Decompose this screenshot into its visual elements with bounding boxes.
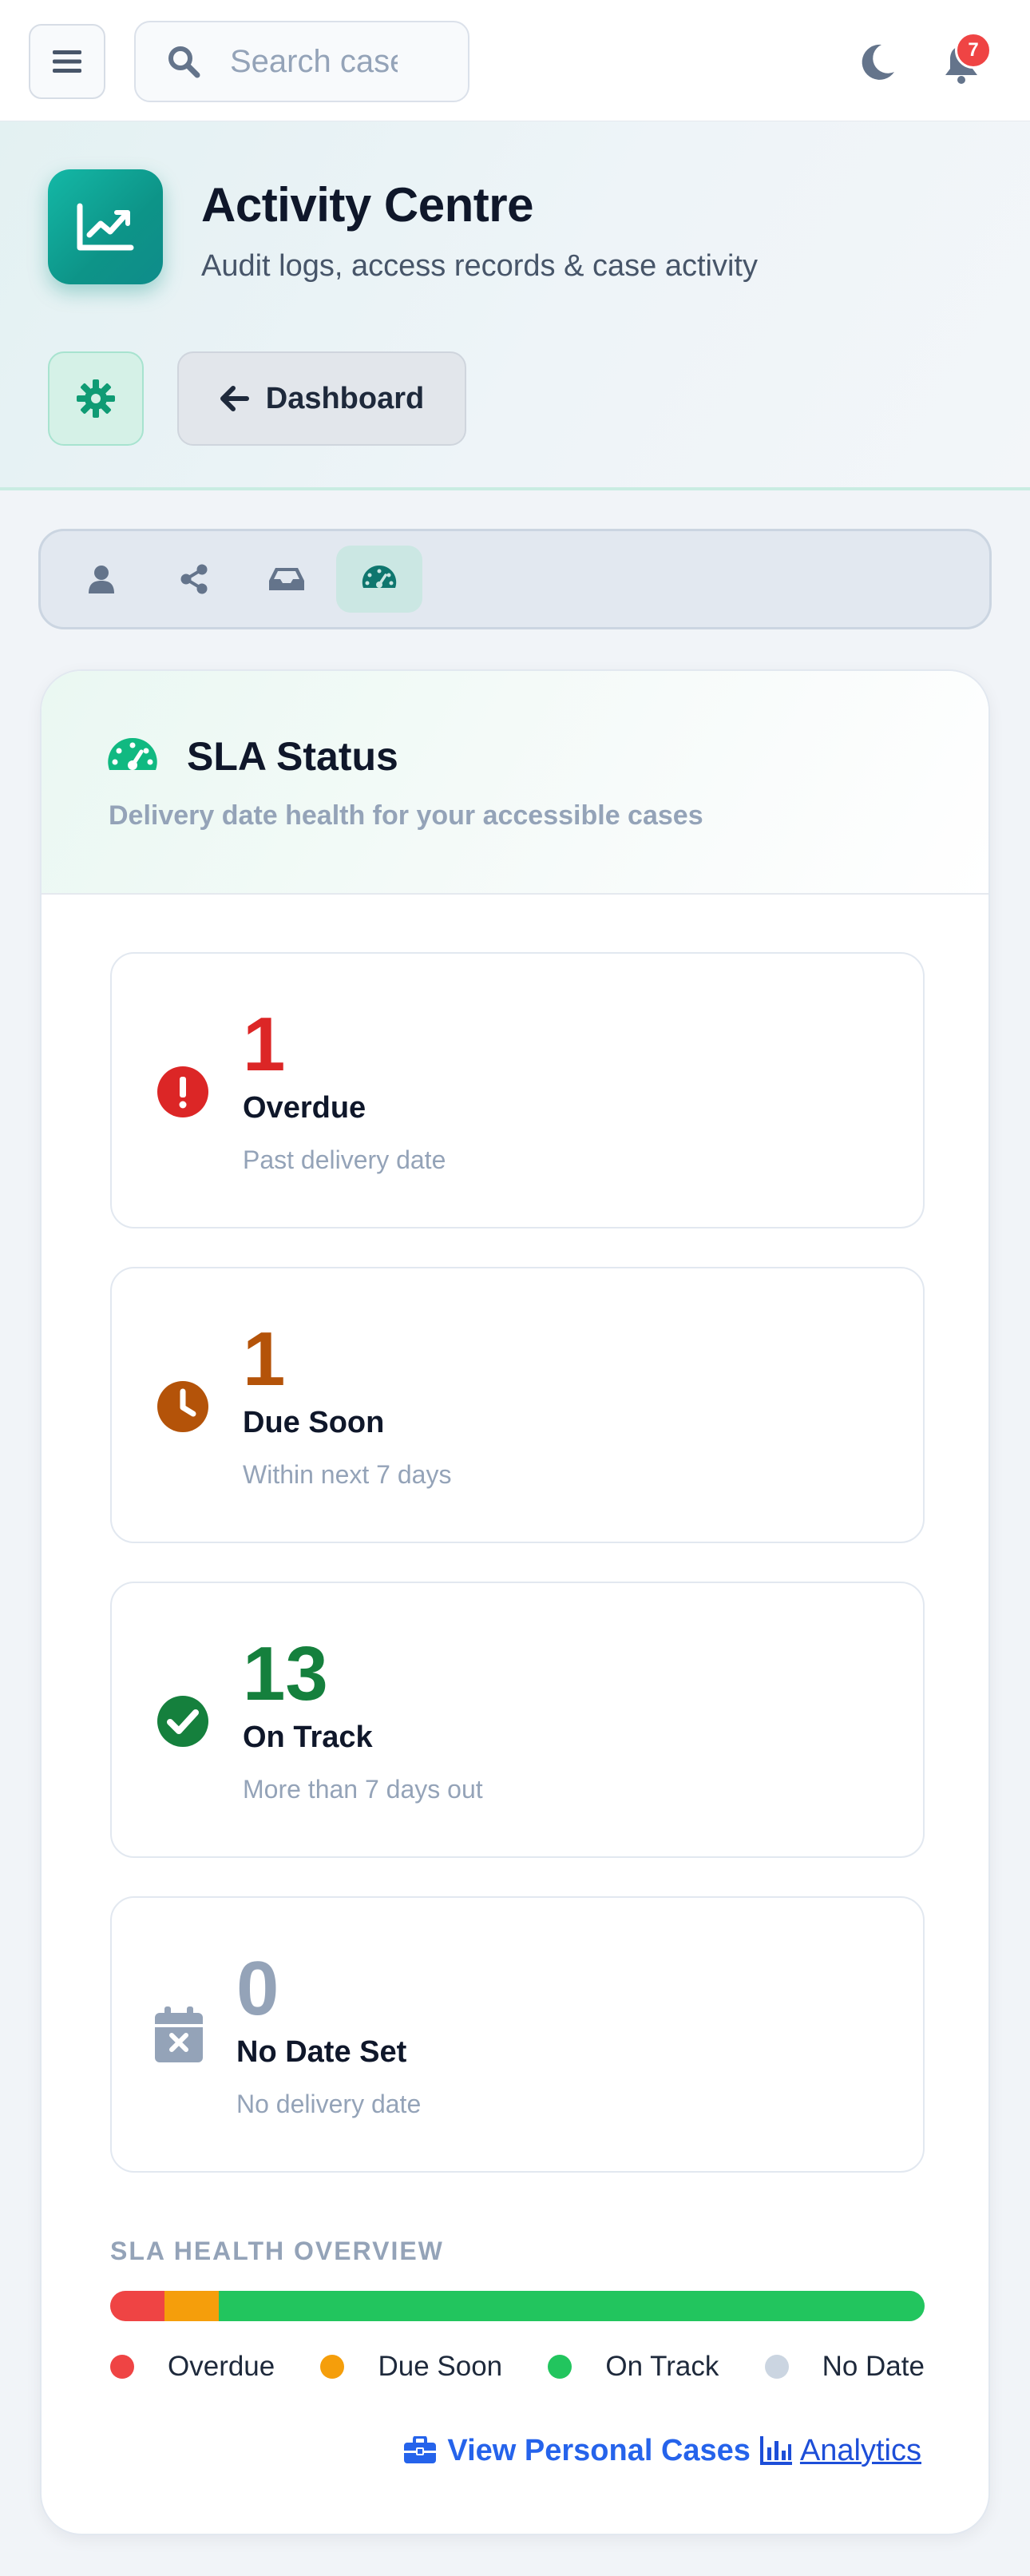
calendar-x-icon: [155, 2006, 203, 2062]
notification-badge: 7: [955, 32, 992, 69]
analytics-label: Analytics: [799, 2433, 921, 2467]
page-title: Activity Centre: [201, 178, 533, 232]
check-circle-icon: [157, 1696, 208, 1747]
legend-dot: [548, 2355, 572, 2379]
user-icon: [89, 566, 114, 593]
health-segment-on-track: [219, 2291, 925, 2321]
legend-dot: [320, 2355, 345, 2379]
stat-card-due-soon[interactable]: 1 Due Soon Within next 7 days: [110, 1267, 925, 1543]
stat-value: 1: [243, 1002, 286, 1087]
stat-value: 1: [243, 1316, 286, 1402]
search-box: [134, 21, 469, 102]
menu-button[interactable]: [29, 24, 105, 99]
sla-card-header: SLA Status Delivery date health for your…: [42, 671, 988, 895]
health-segment-overdue: [110, 2291, 164, 2321]
legend-label: Due Soon: [378, 2351, 503, 2382]
stat-value: 13: [243, 1631, 328, 1717]
gauge-icon: [108, 737, 157, 770]
page-header: Activity Centre Audit logs, access recor…: [0, 121, 1030, 490]
legend-item-on-track: On Track: [548, 2351, 719, 2383]
legend-label: Overdue: [168, 2351, 275, 2382]
stat-label: Overdue: [243, 1091, 366, 1125]
analytics-link[interactable]: Analytics: [759, 2433, 921, 2468]
tab-sla-status[interactable]: [336, 546, 422, 613]
gauge-icon: [362, 565, 397, 588]
legend-item-no-date: No Date: [764, 2351, 925, 2383]
legend-label: On Track: [605, 2351, 719, 2382]
stat-sublabel: No delivery date: [236, 2090, 422, 2118]
legend-dot: [110, 2355, 134, 2379]
inbox-icon: [269, 568, 304, 590]
search-icon: [164, 42, 203, 81]
stat-card-on-track[interactable]: 13 On Track More than 7 days out: [110, 1582, 925, 1858]
view-personal-cases-label: View Personal Cases: [447, 2433, 751, 2467]
chart-line-icon: [77, 203, 134, 251]
moon-icon[interactable]: [854, 40, 899, 85]
stat-label: No Date Set: [236, 2035, 407, 2069]
sla-health-title: SLA HEALTH OVERVIEW: [110, 2237, 444, 2265]
sla-status-card: SLA Status Delivery date health for your…: [40, 669, 990, 2535]
sla-footer-links: View Personal Cases Analytics: [404, 2427, 921, 2475]
health-segment-due-soon: [164, 2291, 219, 2321]
hamburger-icon: [53, 50, 81, 73]
bar-chart-icon: [759, 2436, 792, 2465]
tab-access-records[interactable]: [58, 546, 145, 613]
stat-sublabel: More than 7 days out: [243, 1775, 483, 1804]
stat-sublabel: Past delivery date: [243, 1145, 446, 1174]
exclamation-circle-icon: [157, 1066, 208, 1117]
page-subtitle: Audit logs, access records & case activi…: [201, 249, 758, 283]
dashboard-button-label: Dashboard: [265, 381, 425, 415]
stat-card-no-date[interactable]: 0 No Date Set No delivery date: [110, 1896, 925, 2173]
arrow-left-icon: [220, 386, 249, 411]
stat-label: On Track: [243, 1721, 373, 1754]
view-personal-cases-link[interactable]: View Personal Cases: [404, 2434, 751, 2468]
stat-card-overdue[interactable]: 1 Overdue Past delivery date: [110, 952, 925, 1228]
sla-health-bar: [110, 2291, 925, 2321]
tab-shared[interactable]: [151, 546, 237, 613]
clock-icon: [157, 1381, 208, 1432]
settings-button[interactable]: [48, 351, 144, 446]
legend-item-overdue: Overdue: [110, 2351, 275, 2383]
tab-inbox[interactable]: [244, 546, 330, 613]
dashboard-button[interactable]: Dashboard: [177, 351, 466, 446]
briefcase-icon: [404, 2436, 437, 2463]
activity-tabs: [38, 529, 992, 629]
stat-label: Due Soon: [243, 1406, 385, 1439]
legend-dot: [764, 2355, 789, 2379]
gear-icon: [77, 379, 115, 418]
activity-logo: [48, 169, 163, 284]
sla-title: SLA Status: [187, 734, 398, 779]
share-icon: [180, 564, 208, 594]
stat-value: 0: [236, 1946, 279, 2031]
sla-legend: Overdue Due Soon On Track No Date: [110, 2347, 925, 2387]
top-bar: 7: [0, 0, 1030, 121]
legend-item-due-soon: Due Soon: [320, 2351, 502, 2383]
sla-description: Delivery date health for your accessible…: [109, 800, 703, 831]
stat-sublabel: Within next 7 days: [243, 1460, 452, 1489]
legend-label: No Date: [822, 2351, 925, 2382]
search-input[interactable]: [230, 43, 398, 80]
